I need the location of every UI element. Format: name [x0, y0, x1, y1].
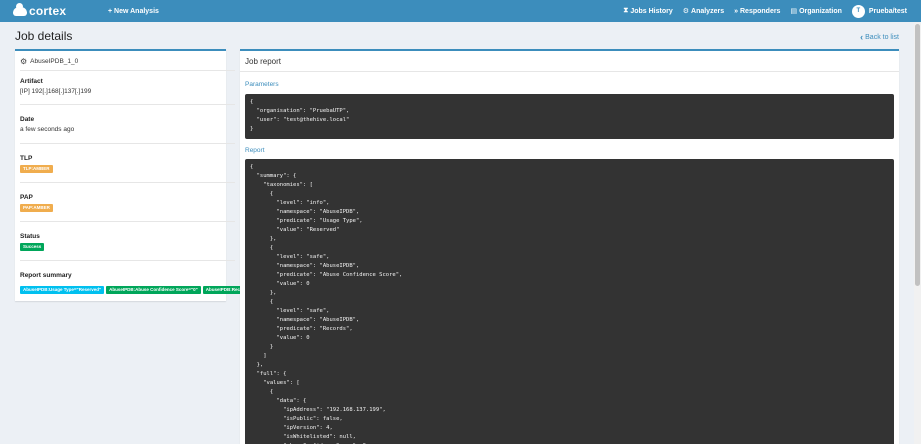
tlp-badge: TLP:AMBER: [20, 165, 53, 173]
nav-organization[interactable]: ▤ Organization: [790, 7, 842, 16]
nav-organization-label: Organization: [799, 7, 842, 15]
artifact-label: Artifact: [20, 78, 43, 85]
fast-forward-icon: »: [734, 7, 738, 15]
nav-analyzers[interactable]: ⚙ Analyzers: [682, 7, 725, 16]
gear-icon: ⚙: [20, 57, 28, 66]
divider: [240, 71, 899, 72]
file-icon: ▤: [790, 8, 798, 15]
taxonomy-list: AbuseIPDB:Usage Type="Reserved" AbuseIPD…: [20, 286, 240, 294]
report-label: Report: [245, 147, 265, 154]
date-value: a few seconds ago: [20, 126, 75, 133]
report-code-block[interactable]: { "summary": { "taxonomies": [ { "level"…: [245, 159, 894, 444]
analyzer-name: AbuseIPDB_1_0: [30, 58, 79, 65]
job-report-title: Job report: [245, 57, 282, 66]
taxonomy-badge: AbuseIPDB:Records="0": [202, 286, 240, 294]
brand-name: cortex: [29, 4, 67, 18]
new-analysis-button[interactable]: + New Analysis: [108, 8, 159, 15]
avatar: T: [851, 4, 865, 18]
divider: [20, 221, 235, 222]
cortex-logo[interactable]: cortex: [13, 2, 67, 19]
back-to-list-link[interactable]: ‹ Back to list: [860, 32, 899, 42]
pap-badge: PAP:AMBER: [20, 204, 53, 212]
parameters-label: Parameters: [245, 81, 279, 88]
chevron-left-icon: ‹: [860, 32, 864, 42]
nav-jobs-history[interactable]: ⧗ Jobs History: [623, 7, 672, 15]
cogs-icon: ⚙: [682, 8, 690, 15]
divider: [20, 104, 235, 105]
user-name: Prueba/test: [868, 7, 907, 15]
parameters-code-block: { "organisation": "PruebaUTP", "user": "…: [245, 94, 894, 139]
divider: [20, 260, 235, 261]
nav-analyzers-label: Analyzers: [691, 7, 725, 15]
pap-label: PAP: [20, 194, 33, 201]
user-menu[interactable]: T Prueba/test: [851, 4, 907, 18]
status-label: Status: [20, 233, 40, 240]
job-details-panel: ⚙ AbuseIPDB_1_0 Artifact [IP] 192[.]168[…: [15, 49, 240, 301]
status-badge: Success: [20, 243, 45, 251]
nav-responders[interactable]: » Responders: [734, 8, 780, 15]
scrollbar-thumb[interactable]: [915, 24, 920, 286]
page-title: Job details: [15, 29, 73, 43]
nav-jobs-history-label: Jobs History: [630, 7, 673, 15]
tlp-label: TLP: [20, 155, 33, 162]
cloud-icon: [13, 2, 27, 16]
page-scrollbar[interactable]: [914, 22, 921, 444]
hourglass-icon: ⧗: [623, 7, 629, 14]
artifact-value: [IP] 192[.]168[.]137[.]199: [20, 88, 92, 95]
analyzer-header: ⚙ AbuseIPDB_1_0: [20, 57, 78, 66]
divider: [20, 182, 235, 183]
divider: [20, 143, 235, 144]
date-label: Date: [20, 116, 35, 123]
nav-responders-label: Responders: [740, 7, 781, 15]
report-summary-label: Report summary: [20, 272, 72, 279]
taxonomy-badge: AbuseIPDB:Usage Type="Reserved": [20, 286, 105, 294]
job-report-panel: Job report Parameters { "organisation": …: [240, 49, 899, 444]
back-to-list-label: Back to list: [865, 33, 899, 41]
divider: [20, 70, 235, 71]
taxonomy-badge: AbuseIPDB:Abuse Confidence Score="0": [106, 286, 201, 294]
top-navbar: cortex + New Analysis ⧗ Jobs History ⚙ A…: [0, 0, 921, 22]
